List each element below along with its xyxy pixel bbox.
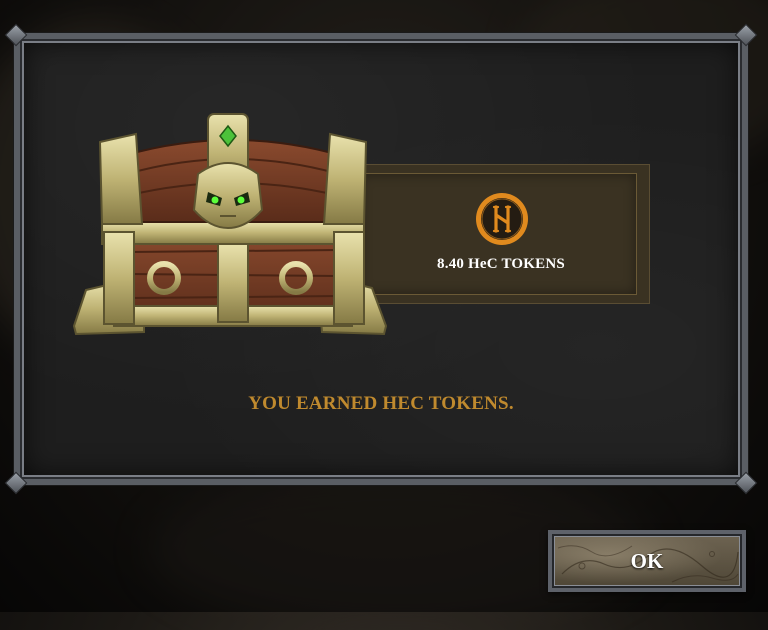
ok-button-label: OK (630, 549, 664, 573)
ok-button[interactable]: OK (548, 530, 746, 592)
token-amount: 8.40 HeC TOKENS (437, 256, 565, 272)
hec-token-coin-icon (476, 193, 528, 245)
earned-message: YOU EARNED HEC TOKENS. (248, 393, 514, 414)
treasure-chest-icon (72, 113, 388, 336)
